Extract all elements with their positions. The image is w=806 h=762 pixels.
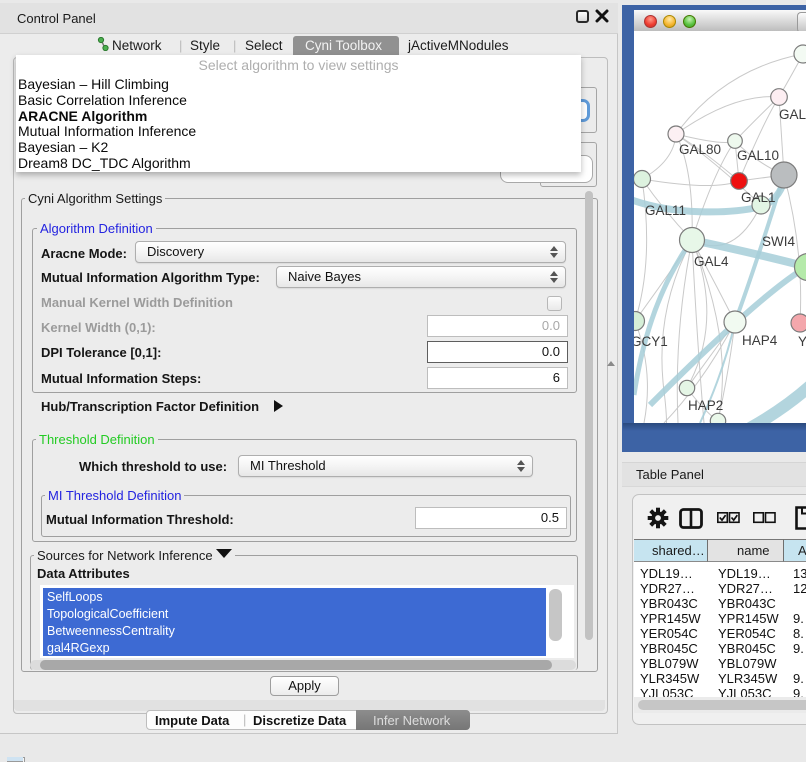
svg-text:GAL2: GAL2 [779,107,806,122]
svg-text:SWI4: SWI4 [762,234,795,249]
svg-text:GCY1: GCY1 [634,334,668,349]
svg-text:HAP4: HAP4 [742,333,778,348]
svg-text:GAL80: GAL80 [679,142,721,157]
svg-text:GAL4: GAL4 [694,254,729,269]
svg-text:GAL11: GAL11 [645,203,686,218]
svg-text:GAL1: GAL1 [741,190,776,205]
svg-text:HAP2: HAP2 [688,398,723,413]
svg-text:YD: YD [798,334,806,349]
svg-text:GAL10: GAL10 [737,148,779,163]
